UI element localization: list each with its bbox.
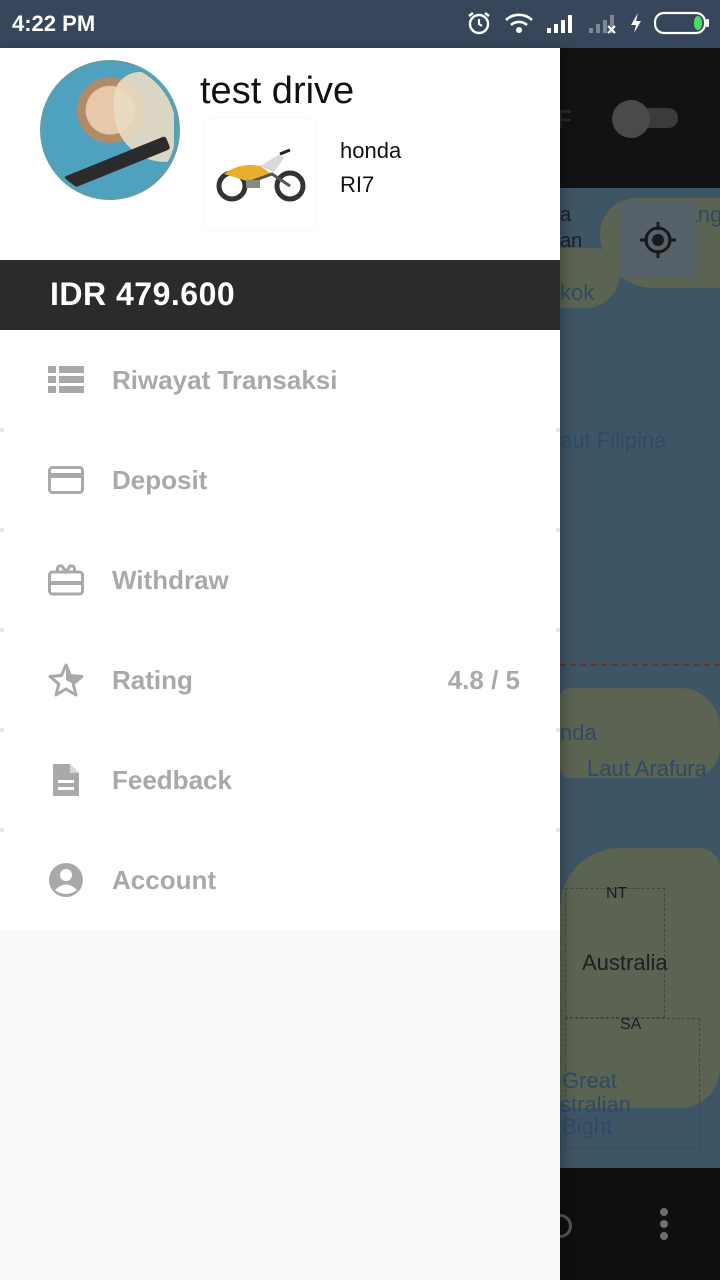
map-label-bangkok: kok	[560, 280, 595, 305]
list-icon	[46, 362, 86, 398]
balance-bar: IDR 479.600	[0, 260, 560, 330]
map-label-an: an	[560, 230, 583, 252]
menu-item-label: Rating	[112, 665, 193, 695]
menu-item-label: Deposit	[112, 465, 208, 495]
map-label-sa: SA	[620, 1016, 642, 1033]
profile-name: test drive	[200, 70, 355, 112]
map-label-bight-1: Great	[562, 1068, 618, 1093]
drawer-menu: Riwayat Transaksi Deposit Withdraw Ratin…	[0, 330, 560, 930]
online-toggle[interactable]	[612, 100, 678, 138]
navigation-drawer: test drive honda RI7 IDR 479.600 Riwayat…	[0, 48, 560, 1280]
crosshair-icon	[640, 222, 676, 258]
my-location-button[interactable]	[620, 202, 696, 278]
menu-item-riwayat-transaksi[interactable]: Riwayat Transaksi	[0, 330, 560, 432]
charging-icon	[630, 12, 642, 34]
avatar[interactable]	[40, 60, 180, 200]
menu-item-withdraw[interactable]: Withdraw	[0, 530, 560, 632]
wifi-icon	[504, 12, 534, 34]
map-label-a: a	[560, 204, 572, 226]
map-label-banda: nda	[560, 720, 597, 745]
status-time: 4:22 PM	[12, 11, 96, 36]
vehicle-image	[204, 118, 316, 230]
menu-item-label: Withdraw	[112, 565, 229, 595]
signal-x-icon	[588, 12, 618, 34]
star-icon	[46, 662, 86, 698]
status-bar: 4:22 PM	[0, 0, 720, 48]
battery-icon	[654, 11, 710, 35]
map-label-nt: NT	[606, 885, 628, 902]
gift-card-icon	[46, 562, 86, 598]
menu-item-rating[interactable]: Rating 4.8 / 5	[0, 630, 560, 732]
rating-value: 4.8 / 5	[447, 665, 520, 695]
balance-amount: IDR 479.600	[50, 276, 236, 312]
menu-item-label: Feedback	[112, 765, 232, 795]
motorcycle-icon	[216, 148, 306, 202]
map-label-bight-3: Bight	[562, 1114, 613, 1139]
menu-item-label: Account	[112, 865, 216, 895]
map-label-philippine-sea: aut Filipina	[560, 428, 667, 453]
document-icon	[46, 762, 86, 798]
credit-card-icon	[46, 462, 86, 498]
more-vert-icon[interactable]	[658, 1208, 670, 1244]
menu-item-deposit[interactable]: Deposit	[0, 430, 560, 532]
menu-item-feedback[interactable]: Feedback	[0, 730, 560, 832]
vehicle-plate: RI7	[340, 172, 375, 197]
account-circle-icon	[46, 862, 86, 898]
map-label-australia: Australia	[582, 950, 668, 975]
drawer-header: test drive honda RI7	[0, 48, 560, 260]
signal-icon	[546, 12, 576, 34]
vehicle-brand: honda	[340, 138, 402, 163]
alarm-icon	[466, 10, 492, 36]
status-icons	[466, 10, 710, 36]
map-boundary-line	[560, 664, 720, 666]
map-label-arafura: Laut Arafura	[587, 756, 707, 781]
menu-item-account[interactable]: Account	[0, 830, 560, 930]
menu-item-label: Riwayat Transaksi	[112, 365, 338, 395]
